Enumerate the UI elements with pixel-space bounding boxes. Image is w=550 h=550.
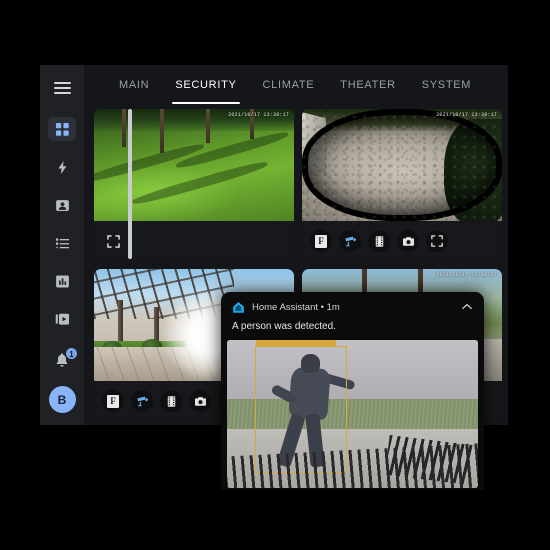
sidebar-item-history[interactable] xyxy=(48,269,76,293)
hamburger-line xyxy=(54,92,71,94)
sidebar-item-energy[interactable] xyxy=(48,155,76,179)
notification-source: Home Assistant • 1m xyxy=(252,302,340,313)
grid-icon xyxy=(55,122,70,137)
cctv-camera-icon[interactable] xyxy=(339,230,361,252)
notification-popup[interactable]: Home Assistant • 1m A person was detecte… xyxy=(221,292,484,490)
chevron-up-icon[interactable] xyxy=(460,300,474,314)
tree-trunk xyxy=(206,109,210,143)
hamburger-line xyxy=(54,87,71,89)
camera-toolbar: F xyxy=(302,221,502,261)
camera-timestamp: 2021/10/17 13:38:17 xyxy=(228,112,289,118)
sidebar-item-dashboard[interactable] xyxy=(48,117,76,141)
house-wall xyxy=(302,112,326,174)
hamburger-line xyxy=(54,82,71,84)
sidebar-item-media[interactable] xyxy=(48,307,76,331)
snapshot-camera-icon[interactable] xyxy=(189,390,211,412)
snapshot-scene xyxy=(227,340,478,488)
lightning-icon xyxy=(55,160,70,175)
tab-security[interactable]: SECURITY xyxy=(162,65,249,109)
camera-card-backyard-lawn[interactable]: 2021/10/17 13:38:17 xyxy=(94,109,294,261)
sidebar: 1 B xyxy=(40,65,84,425)
sidebar-nav xyxy=(40,117,84,331)
camera-stream[interactable]: 2021/10/17 13:38:17 xyxy=(302,109,502,221)
cctv-camera-icon[interactable] xyxy=(131,390,153,412)
tab-theater[interactable]: THEATER xyxy=(327,65,408,109)
tab-system[interactable]: SYSTEM xyxy=(409,65,484,109)
fullscreen-icon[interactable] xyxy=(426,230,448,252)
notification-app-name: Home Assistant xyxy=(252,302,318,313)
film-strip-icon[interactable] xyxy=(368,230,390,252)
notification-separator: • xyxy=(321,302,324,313)
camera-scene xyxy=(94,109,294,221)
fullscreen-icon[interactable] xyxy=(102,230,124,252)
notification-snapshot[interactable] xyxy=(227,340,478,488)
tab-main[interactable]: MAIN xyxy=(106,65,162,109)
tree-trunk xyxy=(122,109,126,147)
fisheye-vignette xyxy=(302,109,502,221)
f-badge-label: F xyxy=(315,235,327,248)
notifications-button[interactable]: 1 xyxy=(49,350,75,374)
notification-badge: 1 xyxy=(65,347,78,360)
camera-stream[interactable]: 2021/10/17 13:38:17 xyxy=(94,109,294,221)
notification-time: 1m xyxy=(327,302,340,313)
vertical-scrollbar[interactable] xyxy=(128,109,132,259)
notification-header: Home Assistant • 1m xyxy=(221,292,484,314)
f-badge-label: F xyxy=(107,395,119,408)
chart-icon xyxy=(55,274,70,289)
hamburger-menu-icon[interactable] xyxy=(49,75,75,101)
media-play-icon xyxy=(55,312,70,327)
notification-message: A person was detected. xyxy=(221,314,484,340)
detection-label-bar xyxy=(256,340,336,347)
f-badge-icon[interactable]: F xyxy=(102,390,124,412)
camera-scene xyxy=(302,109,502,221)
camera-toolbar xyxy=(94,221,294,261)
sidebar-item-logbook[interactable] xyxy=(48,231,76,255)
bush xyxy=(444,119,502,221)
list-icon xyxy=(55,236,70,251)
home-assistant-logo-icon xyxy=(232,301,245,314)
camera-card-driveway[interactable]: 2021/10/17 13:38:17 F xyxy=(302,109,502,261)
film-strip-icon[interactable] xyxy=(160,390,182,412)
camera-timestamp: 2021/10/17 13:38:17 xyxy=(436,272,497,278)
avatar[interactable]: B xyxy=(49,386,76,413)
camera-timestamp: 2021/10/17 13:38:17 xyxy=(436,112,497,118)
tab-climate[interactable]: CLIMATE xyxy=(250,65,328,109)
tree-trunk xyxy=(160,109,164,153)
sidebar-footer: 1 B xyxy=(40,350,84,413)
tab-bar: MAIN SECURITY CLIMATE THEATER SYSTEM xyxy=(84,65,508,109)
screen: 1 B MAIN SECURITY CLIMATE THEATER SYSTEM xyxy=(0,0,550,550)
snapshot-camera-icon[interactable] xyxy=(397,230,419,252)
sidebar-item-people[interactable] xyxy=(48,193,76,217)
lawn-shadow xyxy=(131,159,268,207)
f-badge-icon[interactable]: F xyxy=(310,230,332,252)
person-icon xyxy=(55,198,70,213)
